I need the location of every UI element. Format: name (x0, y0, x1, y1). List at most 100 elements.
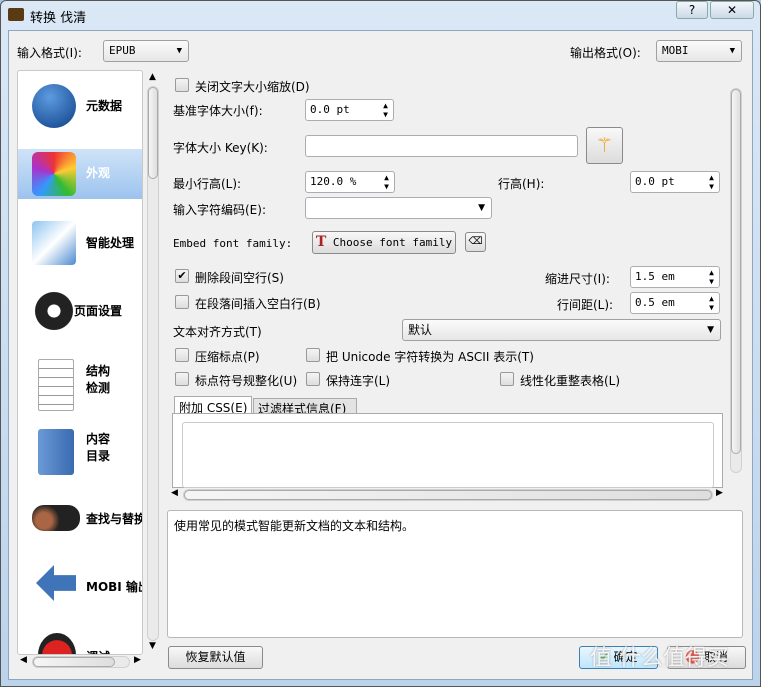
scroll-right-icon[interactable]: ▶ (134, 655, 141, 665)
scroll-down-icon[interactable]: ▼ (149, 641, 156, 651)
sidebar-item-heuristics[interactable]: 智能处理 (18, 213, 142, 273)
linearize-tables-checkbox[interactable] (500, 372, 514, 386)
remove-spacing-checkbox[interactable]: ✔ (175, 269, 189, 283)
sidebar-item-toc[interactable]: 内容 目录 (18, 421, 142, 491)
output-format-select[interactable]: MOBI ▼ (656, 40, 742, 62)
line-spacing-value: 0.5 em (635, 296, 675, 309)
base-font-size-label: 基准字体大小(f): (173, 104, 263, 118)
disable-font-scaling-checkbox[interactable] (175, 78, 189, 92)
input-encoding-label: 输入字符编码(E): (173, 203, 266, 217)
close-button[interactable]: ✕ (710, 1, 754, 19)
sidebar-item-metadata[interactable]: 元数据 (18, 76, 142, 136)
scrollbar-thumb[interactable] (148, 87, 158, 179)
help-button[interactable]: ? (676, 1, 708, 19)
keep-ligatures-checkbox[interactable] (306, 372, 320, 386)
chevron-down-icon: ▼ (729, 46, 735, 56)
output-format-value: MOBI (662, 44, 689, 57)
choose-font-family-button[interactable]: T Choose font family (312, 231, 456, 254)
spin-arrows-icon[interactable]: ▲ ▼ (384, 173, 389, 191)
extra-css-textarea[interactable] (182, 422, 714, 488)
spin-arrows-icon[interactable]: ▲ ▼ (709, 173, 714, 191)
spin-arrows-icon[interactable]: ▲ ▼ (709, 294, 714, 312)
main-horizontal-scrollbar[interactable] (183, 489, 713, 501)
chevron-down-icon: ▼ (478, 203, 485, 213)
scroll-left-icon[interactable]: ◀ (171, 488, 178, 498)
appearance-icon (32, 152, 76, 196)
base-font-size-spinbox[interactable]: 0.0 pt ▲ ▼ (305, 99, 394, 121)
input-format-select[interactable]: EPUB ▼ (103, 40, 189, 62)
text-align-select[interactable]: 默认 ▼ (402, 319, 721, 341)
linearize-tables-label: 线性化重整表格(L) (520, 374, 621, 388)
sidebar-item-structure[interactable]: 结构 检测 (18, 351, 142, 421)
sidebar-item-label: 内容 目录 (86, 432, 111, 463)
embed-font-label: Embed font family: (173, 237, 293, 250)
sidebar-item-page-setup[interactable]: 页面设置 (18, 281, 142, 341)
scrollbar-thumb[interactable] (184, 490, 712, 500)
smarten-punctuation-label: 压缩标点(P) (195, 350, 260, 364)
restore-defaults-button[interactable]: 恢复默认值 (168, 646, 263, 669)
sidebar-item-mobi-output[interactable]: MOBI 输出 (18, 557, 142, 617)
text-align-label: 文本对齐方式(T) (173, 325, 262, 339)
font-size-key-label: 字体大小 Key(K): (173, 141, 268, 155)
magic-wand-icon: ⚚ (595, 133, 614, 157)
sidebar-item-look[interactable]: 外观 (18, 149, 142, 199)
scroll-left-icon[interactable]: ◀ (20, 655, 27, 665)
backspace-icon: ⌫ (468, 236, 483, 247)
binoculars-icon (32, 505, 80, 531)
clear-font-button[interactable]: ⌫ (465, 232, 486, 252)
insert-blank-line-label: 在段落间插入空白行(B) (195, 297, 321, 311)
min-line-height-spinbox[interactable]: 120.0 % ▲ ▼ (305, 171, 395, 193)
base-font-size-value: 0.0 pt (310, 103, 350, 116)
sidebar-vertical-scrollbar[interactable] (147, 86, 159, 641)
line-height-label: 行高(H): (498, 177, 545, 191)
min-line-height-label: 最小行高(L): (173, 177, 242, 191)
sidebar-item-search-replace[interactable]: 查找与替换 (18, 489, 142, 549)
indent-size-spinbox[interactable]: 1.5 em ▲ ▼ (630, 266, 720, 288)
unicode-ascii-label: 把 Unicode 字符转换为 ASCII 表示(T) (326, 350, 534, 364)
indent-size-label: 缩进尺寸(I): (545, 272, 610, 286)
spin-arrows-icon[interactable]: ▲ ▼ (383, 101, 388, 119)
line-spacing-label: 行间距(L): (557, 298, 614, 312)
description-text: 使用常见的模式智能更新文档的文本和结构。 (174, 519, 415, 533)
keep-ligatures-label: 保持连字(L) (326, 374, 391, 388)
normalize-punctuation-label: 标点符号规整化(U) (195, 374, 298, 388)
sidebar-item-label: 外观 (86, 166, 111, 180)
font-size-key-input[interactable] (305, 135, 578, 157)
window-title: 转换 伐清 (30, 11, 87, 26)
scrollbar-thumb[interactable] (33, 657, 115, 667)
description-box: 使用常见的模式智能更新文档的文本和结构。 (167, 510, 743, 638)
line-spacing-spinbox[interactable]: 0.5 em ▲ ▼ (630, 292, 720, 314)
normalize-punctuation-checkbox[interactable] (175, 372, 189, 386)
app-icon (8, 8, 24, 21)
insert-blank-line-checkbox[interactable] (175, 295, 189, 309)
font-size-wizard-button[interactable]: ⚚ (586, 127, 623, 164)
watermark: 值 什么值得买 (590, 646, 729, 671)
scroll-right-icon[interactable]: ▶ (716, 488, 723, 498)
scroll-up-icon[interactable]: ▲ (149, 72, 156, 82)
ladybug-icon (38, 633, 76, 654)
sidebar-item-label: MOBI 输出 (86, 580, 142, 594)
smarten-punctuation-checkbox[interactable] (175, 348, 189, 362)
input-encoding-combo[interactable]: ▼ (305, 197, 492, 219)
sidebar: 元数据 外观 智能处理 页面设置 结构 检测 内容 目录 查找与替换 MOBI … (17, 70, 143, 655)
document-icon (38, 359, 74, 411)
sidebar-horizontal-scrollbar[interactable] (32, 656, 130, 668)
unicode-ascii-checkbox[interactable] (306, 348, 320, 362)
spin-arrows-icon[interactable]: ▲ ▼ (709, 268, 714, 286)
info-icon (32, 84, 76, 128)
sidebar-item-label: 页面设置 (74, 304, 123, 318)
tab-extra-css[interactable]: 附加 CSS(E) (174, 396, 252, 415)
line-height-value: 0.0 pt (635, 175, 675, 188)
gears-icon (32, 289, 76, 333)
indent-size-value: 1.5 em (635, 270, 675, 283)
input-format-label: 输入格式(I): (17, 46, 82, 60)
line-height-spinbox[interactable]: 0.0 pt ▲ ▼ (630, 171, 720, 193)
text-align-value: 默认 (408, 323, 433, 337)
main-vertical-scrollbar[interactable] (730, 88, 742, 473)
disable-font-scaling-label: 关闭文字大小缩放(D) (195, 80, 310, 94)
scrollbar-thumb[interactable] (731, 89, 741, 454)
sidebar-item-label: 查找与替换 (86, 512, 143, 526)
tab-filter-style[interactable]: 过滤样式信息(F) (253, 398, 357, 416)
sidebar-item-debug[interactable]: 调试 (18, 623, 142, 654)
sidebar-item-label: 结构 检测 (86, 364, 111, 395)
